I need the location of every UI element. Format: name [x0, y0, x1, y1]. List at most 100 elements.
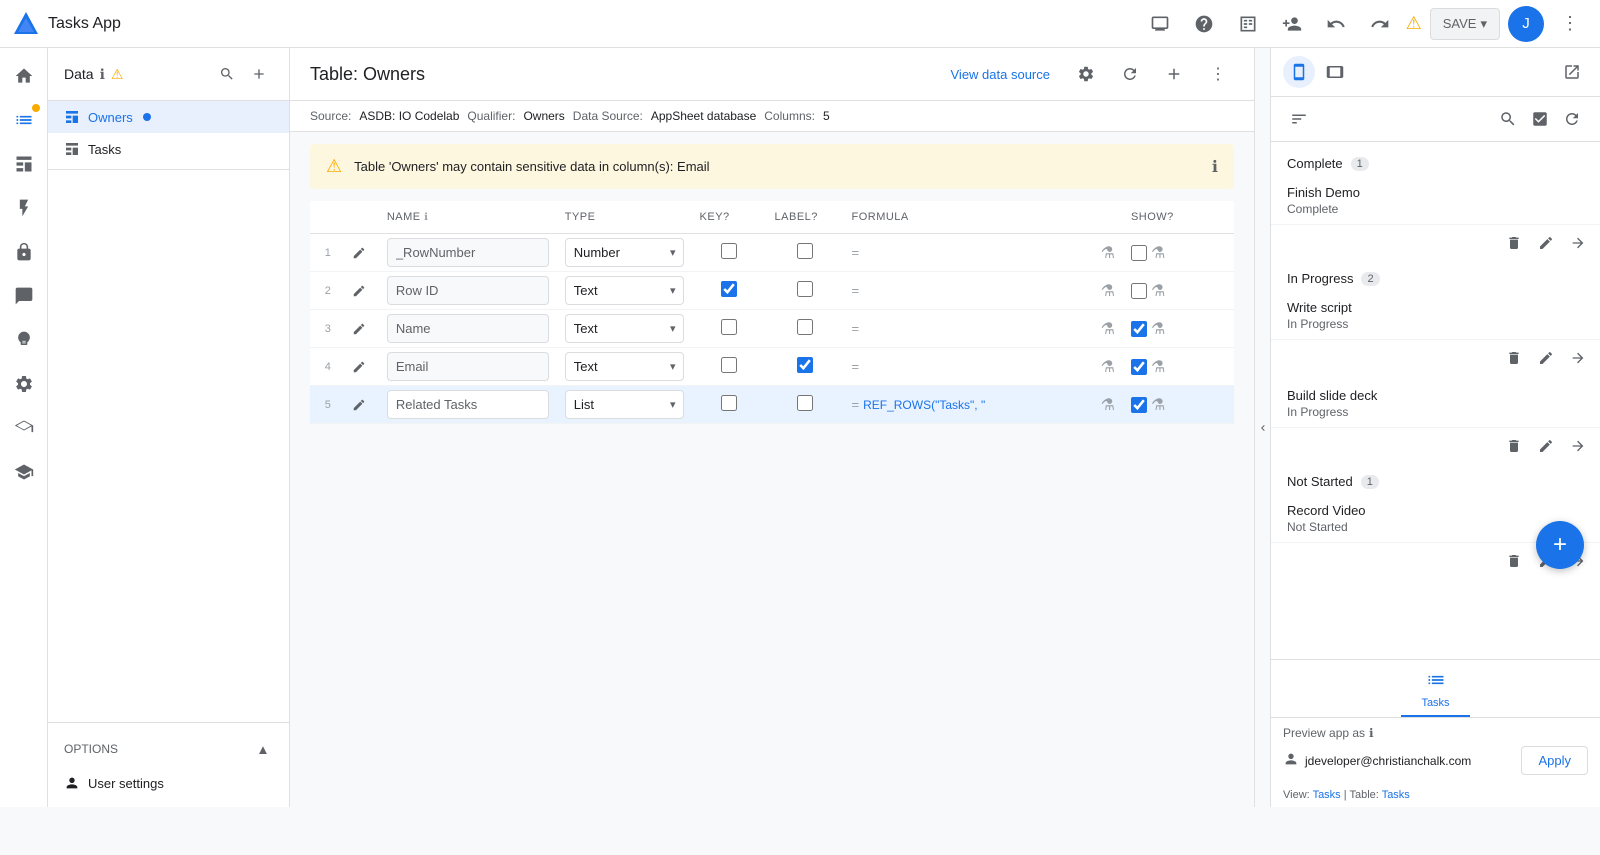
task-delete-btn[interactable]: [1500, 547, 1528, 575]
warning-banner-info-btn[interactable]: ℹ: [1212, 157, 1218, 177]
label-checkbox[interactable]: [797, 357, 813, 373]
label-checkbox[interactable]: [797, 281, 813, 297]
user-avatar[interactable]: J: [1508, 6, 1544, 42]
edit-row-btn[interactable]: [347, 317, 371, 341]
settings-icon-btn[interactable]: [1070, 58, 1102, 90]
key-checkbox[interactable]: [721, 357, 737, 373]
task-edit-btn[interactable]: [1532, 344, 1560, 372]
formula-flask-icon[interactable]: ⚗: [1101, 357, 1115, 377]
edit-row-btn[interactable]: [347, 355, 371, 379]
sidebar-item-tasks[interactable]: Tasks: [48, 133, 289, 165]
add-task-fab[interactable]: +: [1536, 521, 1584, 569]
nav-home-btn[interactable]: [4, 56, 44, 96]
nav-graduation-btn[interactable]: [4, 452, 44, 492]
label-checkbox[interactable]: [797, 395, 813, 411]
sidebar-options-collapse-btn[interactable]: ▲: [253, 739, 273, 759]
task-arrow-btn[interactable]: [1564, 432, 1592, 460]
show-flask-icon[interactable]: ⚗: [1151, 319, 1165, 339]
refresh-btn[interactable]: [1114, 58, 1146, 90]
task-delete-btn[interactable]: [1500, 229, 1528, 257]
label-checkbox[interactable]: [797, 243, 813, 259]
monitor-btn[interactable]: [1142, 6, 1178, 42]
task-delete-btn[interactable]: [1500, 344, 1528, 372]
show-checkbox[interactable]: [1131, 321, 1147, 337]
type-select[interactable]: TextNumberDateEmailListNamePhoneRefLongT…: [565, 276, 684, 305]
apply-button[interactable]: Apply: [1521, 746, 1588, 775]
panel-checkbox-btn[interactable]: [1524, 103, 1556, 135]
show-checkbox[interactable]: [1131, 283, 1147, 299]
nav-security-btn[interactable]: [4, 232, 44, 272]
formula-flask-icon[interactable]: ⚗: [1101, 395, 1115, 415]
formula-flask-icon[interactable]: ⚗: [1101, 243, 1115, 263]
redo-btn[interactable]: [1362, 6, 1398, 42]
help-btn[interactable]: [1186, 6, 1222, 42]
sidebar-user-settings[interactable]: User settings: [48, 767, 289, 799]
view-tasks-link[interactable]: Tasks: [1313, 789, 1341, 801]
task-edit-btn[interactable]: [1532, 229, 1560, 257]
task-arrow-btn[interactable]: [1564, 229, 1592, 257]
undo-btn[interactable]: [1318, 6, 1354, 42]
show-flask-icon[interactable]: ⚗: [1151, 243, 1165, 263]
show-flask-icon[interactable]: ⚗: [1151, 395, 1165, 415]
nav-views-btn[interactable]: [4, 144, 44, 184]
key-checkbox[interactable]: [721, 395, 737, 411]
edit-row-btn[interactable]: [347, 241, 371, 265]
edit-row-btn[interactable]: [347, 393, 371, 417]
nav-idea-btn[interactable]: [4, 320, 44, 360]
type-select[interactable]: TextNumberDateEmailListNamePhoneRefLongT…: [565, 352, 684, 381]
task-delete-btn[interactable]: [1500, 432, 1528, 460]
field-name-input[interactable]: [387, 238, 549, 267]
more-table-btn[interactable]: ⋮: [1202, 58, 1234, 90]
task-item[interactable]: Build slide deck In Progress: [1271, 380, 1600, 468]
view-data-source-link[interactable]: View data source: [951, 67, 1051, 82]
field-name-input[interactable]: [387, 352, 549, 381]
field-name-input[interactable]: [387, 314, 549, 343]
sidebar-add-btn[interactable]: [245, 60, 273, 88]
task-item-content[interactable]: Finish Demo Complete: [1271, 177, 1600, 225]
sidebar-search-btn[interactable]: [213, 60, 241, 88]
more-options-btn[interactable]: ⋮: [1552, 6, 1588, 42]
edit-row-btn[interactable]: [347, 279, 371, 303]
person-add-btn[interactable]: [1274, 6, 1310, 42]
tasks-tab[interactable]: Tasks: [1401, 664, 1469, 717]
panel-collapse-btn[interactable]: [1254, 48, 1270, 807]
formula-flask-icon[interactable]: ⚗: [1101, 281, 1115, 301]
task-item[interactable]: Finish Demo Complete: [1271, 177, 1600, 265]
key-checkbox[interactable]: [721, 281, 737, 297]
task-item-content[interactable]: Build slide deck In Progress: [1271, 380, 1600, 428]
task-item-content[interactable]: Write script In Progress: [1271, 292, 1600, 340]
panel-search-btn[interactable]: [1492, 103, 1524, 135]
nav-automation-btn[interactable]: [4, 188, 44, 228]
key-checkbox[interactable]: [721, 243, 737, 259]
nav-settings-btn[interactable]: [4, 364, 44, 404]
nav-intelligence-btn[interactable]: [4, 408, 44, 448]
task-edit-btn[interactable]: [1532, 432, 1560, 460]
task-item[interactable]: Write script In Progress: [1271, 292, 1600, 380]
show-checkbox[interactable]: [1131, 359, 1147, 375]
table-btn[interactable]: [1230, 6, 1266, 42]
panel-refresh-btn[interactable]: [1556, 103, 1588, 135]
nav-data-btn[interactable]: [4, 100, 44, 140]
tablet-view-btn[interactable]: [1319, 56, 1351, 88]
table-tasks-link[interactable]: Tasks: [1382, 789, 1410, 801]
expand-panel-btn[interactable]: [1556, 56, 1588, 88]
type-select[interactable]: TextNumberDateEmailListNamePhoneRefLongT…: [565, 238, 684, 267]
show-checkbox[interactable]: [1131, 397, 1147, 413]
show-flask-icon[interactable]: ⚗: [1151, 281, 1165, 301]
save-button[interactable]: SAVE ▾: [1430, 8, 1500, 40]
sidebar-item-owners[interactable]: Owners: [48, 101, 289, 133]
key-checkbox[interactable]: [721, 319, 737, 335]
nav-chat-btn[interactable]: [4, 276, 44, 316]
field-name-input[interactable]: [387, 276, 549, 305]
label-checkbox[interactable]: [797, 319, 813, 335]
type-select[interactable]: TextNumberDateEmailListNamePhoneRefLongT…: [565, 390, 684, 419]
type-select[interactable]: TextNumberDateEmailListNamePhoneRefLongT…: [565, 314, 684, 343]
add-column-btn[interactable]: [1158, 58, 1190, 90]
show-checkbox[interactable]: [1131, 245, 1147, 261]
show-flask-icon[interactable]: ⚗: [1151, 357, 1165, 377]
field-name-input[interactable]: [387, 390, 549, 419]
formula-flask-icon[interactable]: ⚗: [1101, 319, 1115, 339]
phone-view-btn[interactable]: [1283, 56, 1315, 88]
task-arrow-btn[interactable]: [1564, 344, 1592, 372]
filter-list-btn[interactable]: [1283, 103, 1315, 135]
